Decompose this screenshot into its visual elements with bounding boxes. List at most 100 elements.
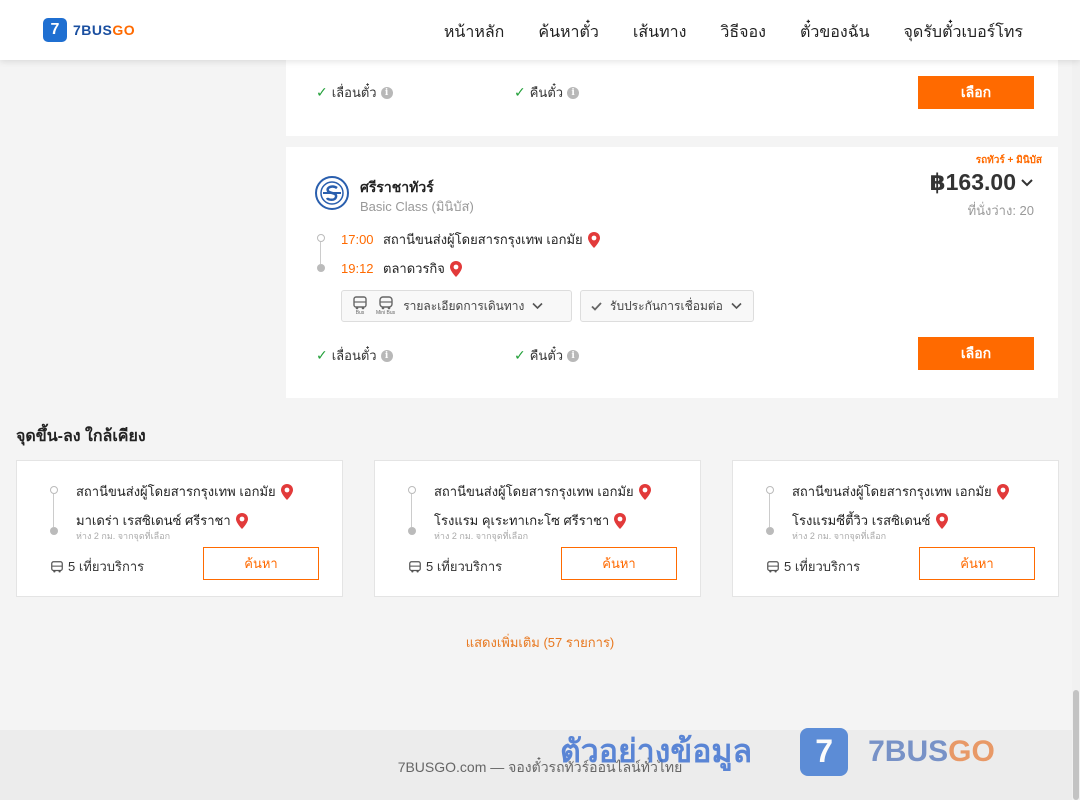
map-pin-icon[interactable]	[449, 260, 462, 277]
trip-details-toggle[interactable]: Bus Mini Bus รายละเอียดการเดินทาง	[341, 290, 572, 322]
nav-how-to-book[interactable]: วิธีจอง	[720, 20, 766, 45]
watermark-logo: 7 7BUSGO	[800, 727, 995, 776]
search-button[interactable]: ค้นหา	[561, 547, 677, 580]
map-pin-icon[interactable]	[935, 512, 948, 529]
nav-my-tickets[interactable]: ตั๋วของฉัน	[800, 20, 870, 45]
trip-details-label: รายละเอียดการเดินทาง	[403, 298, 525, 313]
origin-name: สถานีขนส่งผู้โดยสารกรุงเทพ เอกมัย	[434, 484, 634, 499]
feature-refund: ✓ คืนตั๋ว i	[514, 345, 712, 366]
bus-class: Basic Class (มินิบัส)	[360, 199, 474, 214]
timeline-line	[320, 242, 321, 264]
timeline-start-dot	[766, 486, 774, 494]
distance-note: ห่าง 2 กม. จากจุดที่เลือก	[76, 531, 171, 541]
feature-reschedule: ✓ เลื่อนตั๋ว i	[316, 345, 514, 366]
origin-name: สถานีขนส่งผู้โดยสารกรุงเทพ เอกมัย	[76, 484, 276, 499]
check-icon: ✓	[514, 84, 526, 100]
info-icon[interactable]: i	[380, 86, 393, 99]
info-icon[interactable]: i	[567, 349, 580, 362]
check-icon	[591, 301, 602, 311]
map-pin-icon[interactable]	[996, 483, 1009, 500]
bus-label: Bus	[355, 310, 365, 316]
select-button[interactable]: เลือก	[918, 76, 1034, 109]
info-icon[interactable]: i	[567, 86, 580, 99]
check-icon: ✓	[514, 347, 526, 363]
destination-name: โรงแรมซีตี้วิว เรสซิเดนซ์	[792, 513, 931, 528]
main-nav: หน้าหลัก ค้นหาตั๋ว เส้นทาง วิธีจอง ตั๋วข…	[444, 20, 1023, 45]
feature-label: เลื่อนตั๋ว	[331, 348, 377, 363]
nav-pickup-points[interactable]: จุดรับตั๋วเบอร์โทร	[904, 20, 1023, 45]
site-logo[interactable]: 7 7BUSGO	[43, 18, 135, 42]
route-card: ✓ เลื่อนตั๋ว i ✓ คืนตั๋ว i เลือก	[286, 60, 1058, 136]
operator-logo-icon	[320, 181, 344, 205]
origin-stop: สถานีขนส่งผู้โดยสารกรุงเทพ เอกมัย	[792, 481, 1009, 502]
check-icon: ✓	[316, 84, 328, 100]
nearby-route-card: สถานีขนส่งผู้โดยสารกรุงเทพ เอกมัย โรงแรม…	[732, 460, 1059, 597]
price: ฿163.00	[929, 169, 1016, 195]
arrival-station: ตลาดวรกิจ	[383, 261, 445, 276]
timeline-start-dot	[408, 486, 416, 494]
operator-logo	[315, 176, 349, 210]
feature-label: คืนตั๋ว	[529, 348, 564, 363]
feature-refund: ✓ คืนตั๋ว i	[514, 82, 712, 103]
bus-icon	[409, 560, 421, 573]
map-pin-icon[interactable]	[280, 483, 293, 500]
map-pin-icon[interactable]	[235, 512, 248, 529]
top-header: 7 7BUSGO หน้าหลัก ค้นหาตั๋ว เส้นทาง วิธี…	[0, 0, 1080, 60]
trip-count: 5 เที่ยวบริการ	[766, 556, 860, 577]
origin-stop: สถานีขนส่งผู้โดยสารกรุงเทพ เอกมัย	[76, 481, 293, 502]
watermark-logo-mark: 7	[800, 727, 849, 776]
distance-note: ห่าง 2 กม. จากจุดที่เลือก	[434, 531, 529, 541]
arrival-stop: 19:12 ตลาดวรกิจ	[341, 258, 462, 279]
timeline-line	[53, 494, 54, 527]
logo-mark: 7	[43, 18, 67, 42]
price-toggle[interactable]: ฿163.00	[930, 169, 1034, 196]
nearby-route-card: สถานีขนส่งผู้โดยสารกรุงเทพ เอกมัย โรงแรม…	[374, 460, 701, 597]
map-pin-icon[interactable]	[638, 483, 651, 500]
ticket-features: ✓ เลื่อนตั๋ว i ✓ คืนตั๋ว i	[316, 82, 712, 103]
timeline-end-dot	[50, 527, 58, 535]
timeline-end-dot	[766, 527, 774, 535]
connection-guarantee-toggle[interactable]: รับประกันการเชื่อมต่อ	[580, 290, 754, 322]
arrival-time: 19:12	[341, 261, 374, 276]
page-scrollbar[interactable]	[1072, 60, 1080, 800]
show-more-link[interactable]: แสดงเพิ่มเติม (57 รายการ)	[0, 632, 1080, 653]
seats-available: ที่นั่งว่าง: 20	[967, 203, 1034, 218]
trip-count: 5 เที่ยวบริการ	[50, 556, 144, 577]
chevron-down-icon	[1021, 178, 1033, 186]
scrollbar-thumb[interactable]	[1073, 690, 1079, 800]
map-pin-icon[interactable]	[614, 512, 627, 529]
nearby-route-card: สถานีขนส่งผู้โดยสารกรุงเทพ เอกมัย มาเดร่…	[16, 460, 343, 597]
destination-stop: โรงแรมซีตี้วิว เรสซิเดนซ์	[792, 510, 948, 531]
departure-stop: 17:00 สถานีขนส่งผู้โดยสารกรุงเทพ เอกมัย	[341, 229, 600, 250]
minibus-icon: Mini Bus	[376, 296, 395, 316]
search-button[interactable]: ค้นหา	[919, 547, 1035, 580]
nav-routes[interactable]: เส้นทาง	[633, 20, 687, 45]
destination-name: มาเดร่า เรสซิเดนซ์ ศรีราชา	[76, 513, 231, 528]
minibus-label: Mini Bus	[376, 310, 396, 316]
timeline-end-dot	[317, 264, 325, 272]
nav-search-ticket[interactable]: ค้นหาตั๋ว	[538, 20, 599, 45]
bus-icon	[767, 560, 779, 573]
map-pin-icon[interactable]	[587, 231, 600, 248]
logo-wordmark: 7BUSGO	[73, 22, 136, 38]
feature-label: คืนตั๋ว	[529, 85, 564, 100]
timeline-line	[769, 494, 770, 527]
timeline-line	[411, 494, 412, 527]
trip-count-label: 5 เที่ยวบริการ	[68, 559, 145, 574]
feature-label: เลื่อนตั๋ว	[331, 85, 377, 100]
origin-stop: สถานีขนส่งผู้โดยสารกรุงเทพ เอกมัย	[434, 481, 651, 502]
nearby-section-title: จุดขึ้น-ลง ใกล้เคียง	[16, 428, 146, 445]
departure-station: สถานีขนส่งผู้โดยสารกรุงเทพ เอกมัย	[383, 232, 583, 247]
watermark-wordmark: 7BUSGO	[868, 734, 995, 768]
origin-name: สถานีขนส่งผู้โดยสารกรุงเทพ เอกมัย	[792, 484, 992, 499]
search-button[interactable]: ค้นหา	[203, 547, 319, 580]
guarantee-label: รับประกันการเชื่อมต่อ	[610, 298, 723, 313]
nav-home[interactable]: หน้าหลัก	[444, 20, 505, 45]
check-icon: ✓	[316, 347, 328, 363]
distance-note: ห่าง 2 กม. จากจุดที่เลือก	[792, 531, 887, 541]
select-button[interactable]: เลือก	[918, 337, 1034, 370]
route-card: รถทัวร์ + มินิบัส ศรีราชาทัวร์ Basic Cla…	[286, 147, 1058, 398]
info-icon[interactable]: i	[380, 349, 393, 362]
departure-time: 17:00	[341, 232, 374, 247]
timeline-end-dot	[408, 527, 416, 535]
